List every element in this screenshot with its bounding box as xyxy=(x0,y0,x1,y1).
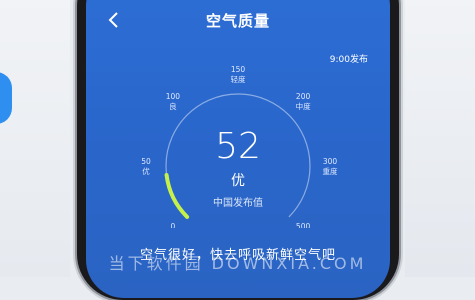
watermark: 当下软件园 DOWNXIA.COM xyxy=(108,254,367,273)
page-title: 空气质量 xyxy=(205,12,270,30)
gauge-tick-value: 0 xyxy=(171,222,176,228)
gauge-tick-level: 中度 xyxy=(296,101,311,111)
aqi-source-label: 中国发布值 xyxy=(213,198,263,209)
background-right xyxy=(405,0,475,277)
gauge-tick-level: 良 xyxy=(169,101,177,111)
nav-bar: 空气质量 xyxy=(86,8,390,38)
gauge-tick-value: 150 xyxy=(231,65,246,74)
gauge-tick-value: 500 xyxy=(296,222,311,228)
aqi-level: 优 xyxy=(231,173,245,189)
gauge-tick-value: 100 xyxy=(166,92,181,101)
gauge-tick-level: 轻度 xyxy=(231,74,246,84)
gauge-tick-value: 200 xyxy=(296,92,311,101)
aqi-value: 52 xyxy=(215,126,261,167)
background-left xyxy=(0,0,70,277)
